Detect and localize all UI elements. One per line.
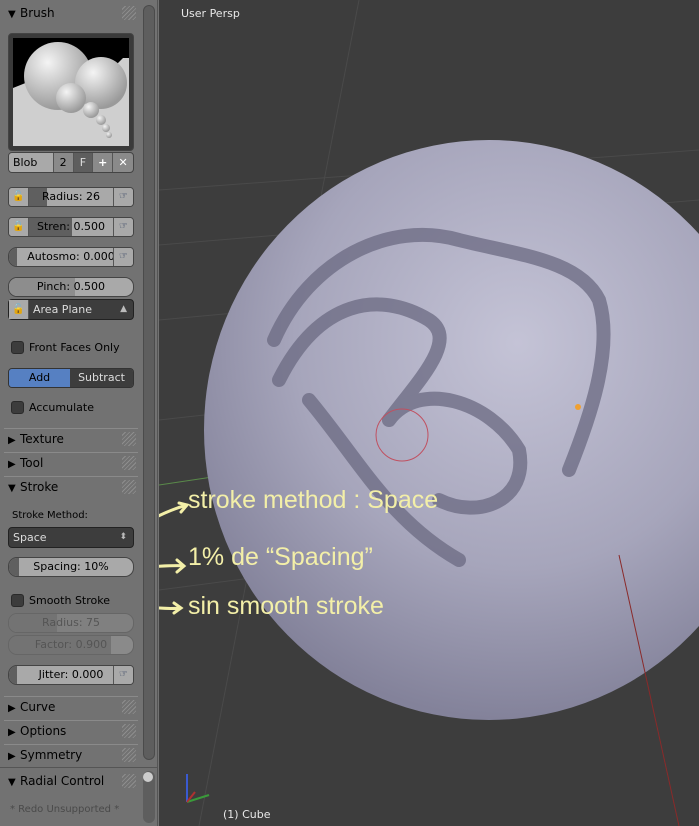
curve-label: Curve bbox=[20, 700, 56, 714]
drag-grip-icon[interactable] bbox=[122, 6, 136, 20]
drag-grip-icon[interactable] bbox=[122, 774, 136, 788]
stroke-label: Stroke bbox=[20, 480, 59, 494]
expand-triangle-icon: ▶ bbox=[8, 727, 16, 738]
accumulate-label: Accumulate bbox=[29, 401, 94, 414]
autosmooth-slider[interactable]: Autosmo: 0.000 ☞ bbox=[8, 247, 134, 267]
smooth-radius-slider[interactable]: Radius: 75 bbox=[8, 613, 134, 633]
pressure-hand-icon[interactable]: ☞ bbox=[113, 666, 133, 684]
annotation-smooth-stroke: sin smooth stroke bbox=[188, 592, 384, 620]
sculpt-plane-value: Area Plane bbox=[33, 303, 92, 316]
lock-icon[interactable]: 🔒 bbox=[9, 218, 29, 236]
smooth-factor-slider[interactable]: Factor: 0.900 bbox=[8, 635, 134, 655]
annotation-stroke-method: stroke method : Space bbox=[188, 486, 439, 514]
viewport-scene bbox=[159, 0, 699, 826]
smooth-stroke-label: Smooth Stroke bbox=[29, 594, 110, 607]
collapse-triangle-icon: ▼ bbox=[8, 483, 16, 494]
drag-grip-icon[interactable] bbox=[122, 724, 136, 738]
sculpted-sphere bbox=[204, 140, 699, 720]
unlock-icon[interactable]: 🔓 bbox=[9, 300, 29, 319]
pressure-hand-icon[interactable]: ☞ bbox=[113, 218, 133, 236]
drag-grip-icon[interactable] bbox=[122, 700, 136, 714]
spacing-label: Spacing: 10% bbox=[33, 560, 109, 573]
pinch-label: Pinch: 0.500 bbox=[36, 280, 106, 293]
radius-slider[interactable]: 🔓 Radius: 26 ☞ bbox=[8, 187, 134, 207]
texture-label: Texture bbox=[20, 432, 64, 446]
expand-triangle-icon: ▶ bbox=[8, 459, 16, 470]
brush-name-field[interactable]: Blob bbox=[9, 153, 54, 172]
collapse-triangle-icon: ▼ bbox=[8, 9, 16, 20]
accumulate-checkbox[interactable] bbox=[11, 401, 24, 414]
radial-control-label: Radial Control bbox=[20, 774, 105, 788]
sculpt-plane-dropdown[interactable]: 🔓 Area Plane ▲ bbox=[8, 299, 134, 320]
stroke-method-dropdown[interactable]: Space ⬍ bbox=[8, 527, 134, 548]
drag-grip-icon[interactable] bbox=[122, 432, 136, 446]
stroke-panel-header[interactable]: ▼ Stroke bbox=[4, 476, 138, 497]
unlock-icon[interactable]: 🔓 bbox=[9, 188, 29, 206]
panel-scrollbar[interactable] bbox=[143, 5, 155, 760]
annotation-spacing: 1% de “Spacing” bbox=[188, 543, 373, 571]
stroke-method-value: Space bbox=[13, 531, 47, 544]
annotation-arrow bbox=[159, 501, 190, 518]
stroke-method-label: Stroke Method: bbox=[12, 510, 88, 521]
brush-selector: Blob 2 F + ✕ bbox=[8, 152, 134, 173]
smooth-factor-label: Factor: 0.900 bbox=[34, 638, 108, 651]
jitter-label: Jitter: 0.000 bbox=[38, 668, 104, 681]
pinch-slider[interactable]: Pinch: 0.500 bbox=[8, 277, 134, 297]
options-label: Options bbox=[20, 724, 67, 738]
active-object-label: (1) Cube bbox=[223, 808, 271, 821]
drag-grip-icon[interactable] bbox=[122, 748, 136, 762]
front-faces-checkbox[interactable] bbox=[11, 341, 24, 354]
redo-panel: ▼ Radial Control * Redo Unsupported * bbox=[0, 767, 158, 826]
up-down-arrows-icon: ▲ bbox=[120, 304, 127, 314]
strength-slider[interactable]: 🔒 Stren: 0.500 ☞ bbox=[8, 217, 134, 237]
brush-preview[interactable] bbox=[8, 33, 134, 151]
tool-label: Tool bbox=[20, 456, 44, 470]
subtract-button[interactable]: Subtract bbox=[70, 369, 133, 387]
add-button[interactable]: Add bbox=[9, 369, 71, 387]
fake-user-button[interactable]: F bbox=[73, 153, 94, 172]
symmetry-label: Symmetry bbox=[20, 748, 83, 762]
brush-thumbnail-icon bbox=[13, 38, 129, 146]
redo-unsupported-text: * Redo Unsupported * bbox=[10, 804, 120, 815]
front-faces-label: Front Faces Only bbox=[29, 341, 120, 354]
curve-panel-header[interactable]: ▶ Curve bbox=[4, 696, 138, 717]
symmetry-panel-header[interactable]: ▶ Symmetry bbox=[4, 744, 138, 765]
spacing-slider[interactable]: Spacing: 10% bbox=[8, 557, 134, 577]
radial-control-header[interactable]: ▼ Radial Control bbox=[4, 771, 138, 792]
brush-header-label: Brush bbox=[20, 6, 55, 20]
up-down-arrows-icon: ⬍ bbox=[119, 532, 127, 542]
brush-panel-header[interactable]: ▼ Brush bbox=[4, 3, 138, 24]
smooth-radius-label: Radius: 75 bbox=[41, 616, 101, 629]
add-subtract-toggle: Add Subtract bbox=[8, 368, 134, 388]
texture-panel-header[interactable]: ▶ Texture bbox=[4, 428, 138, 449]
expand-triangle-icon: ▶ bbox=[8, 703, 16, 714]
drag-grip-icon[interactable] bbox=[122, 480, 136, 494]
smooth-stroke-checkbox[interactable] bbox=[11, 594, 24, 607]
tool-shelf-panel: ▼ Brush Blob 2 F + ✕ 🔓 Radius: 26 ☞ 🔒 Stren:… bbox=[0, 0, 158, 826]
brush-users-count[interactable]: 2 bbox=[54, 153, 74, 172]
strength-label: Stren: 0.500 bbox=[36, 220, 105, 233]
expand-triangle-icon: ▶ bbox=[8, 435, 16, 446]
collapse-triangle-icon: ▼ bbox=[8, 777, 16, 788]
drag-grip-icon[interactable] bbox=[122, 456, 136, 470]
plus-icon[interactable]: + bbox=[93, 153, 114, 172]
jitter-slider[interactable]: Jitter: 0.000 ☞ bbox=[8, 665, 134, 685]
options-panel-header[interactable]: ▶ Options bbox=[4, 720, 138, 741]
redo-scrollbar[interactable] bbox=[143, 771, 155, 823]
expand-triangle-icon: ▶ bbox=[8, 751, 16, 762]
pressure-hand-icon[interactable]: ☞ bbox=[113, 188, 133, 206]
3d-viewport[interactable]: User Persp (1) Cube stroke method : Spac… bbox=[159, 0, 699, 826]
axis-gizmo-icon bbox=[186, 774, 210, 803]
radius-label: Radius: 26 bbox=[41, 190, 101, 203]
tool-panel-header[interactable]: ▶ Tool bbox=[4, 452, 138, 473]
x-icon[interactable]: ✕ bbox=[113, 153, 133, 172]
pressure-hand-icon[interactable]: ☞ bbox=[113, 248, 133, 266]
autosmooth-label: Autosmo: 0.000 bbox=[27, 250, 115, 263]
view-name-label: User Persp bbox=[181, 7, 240, 20]
